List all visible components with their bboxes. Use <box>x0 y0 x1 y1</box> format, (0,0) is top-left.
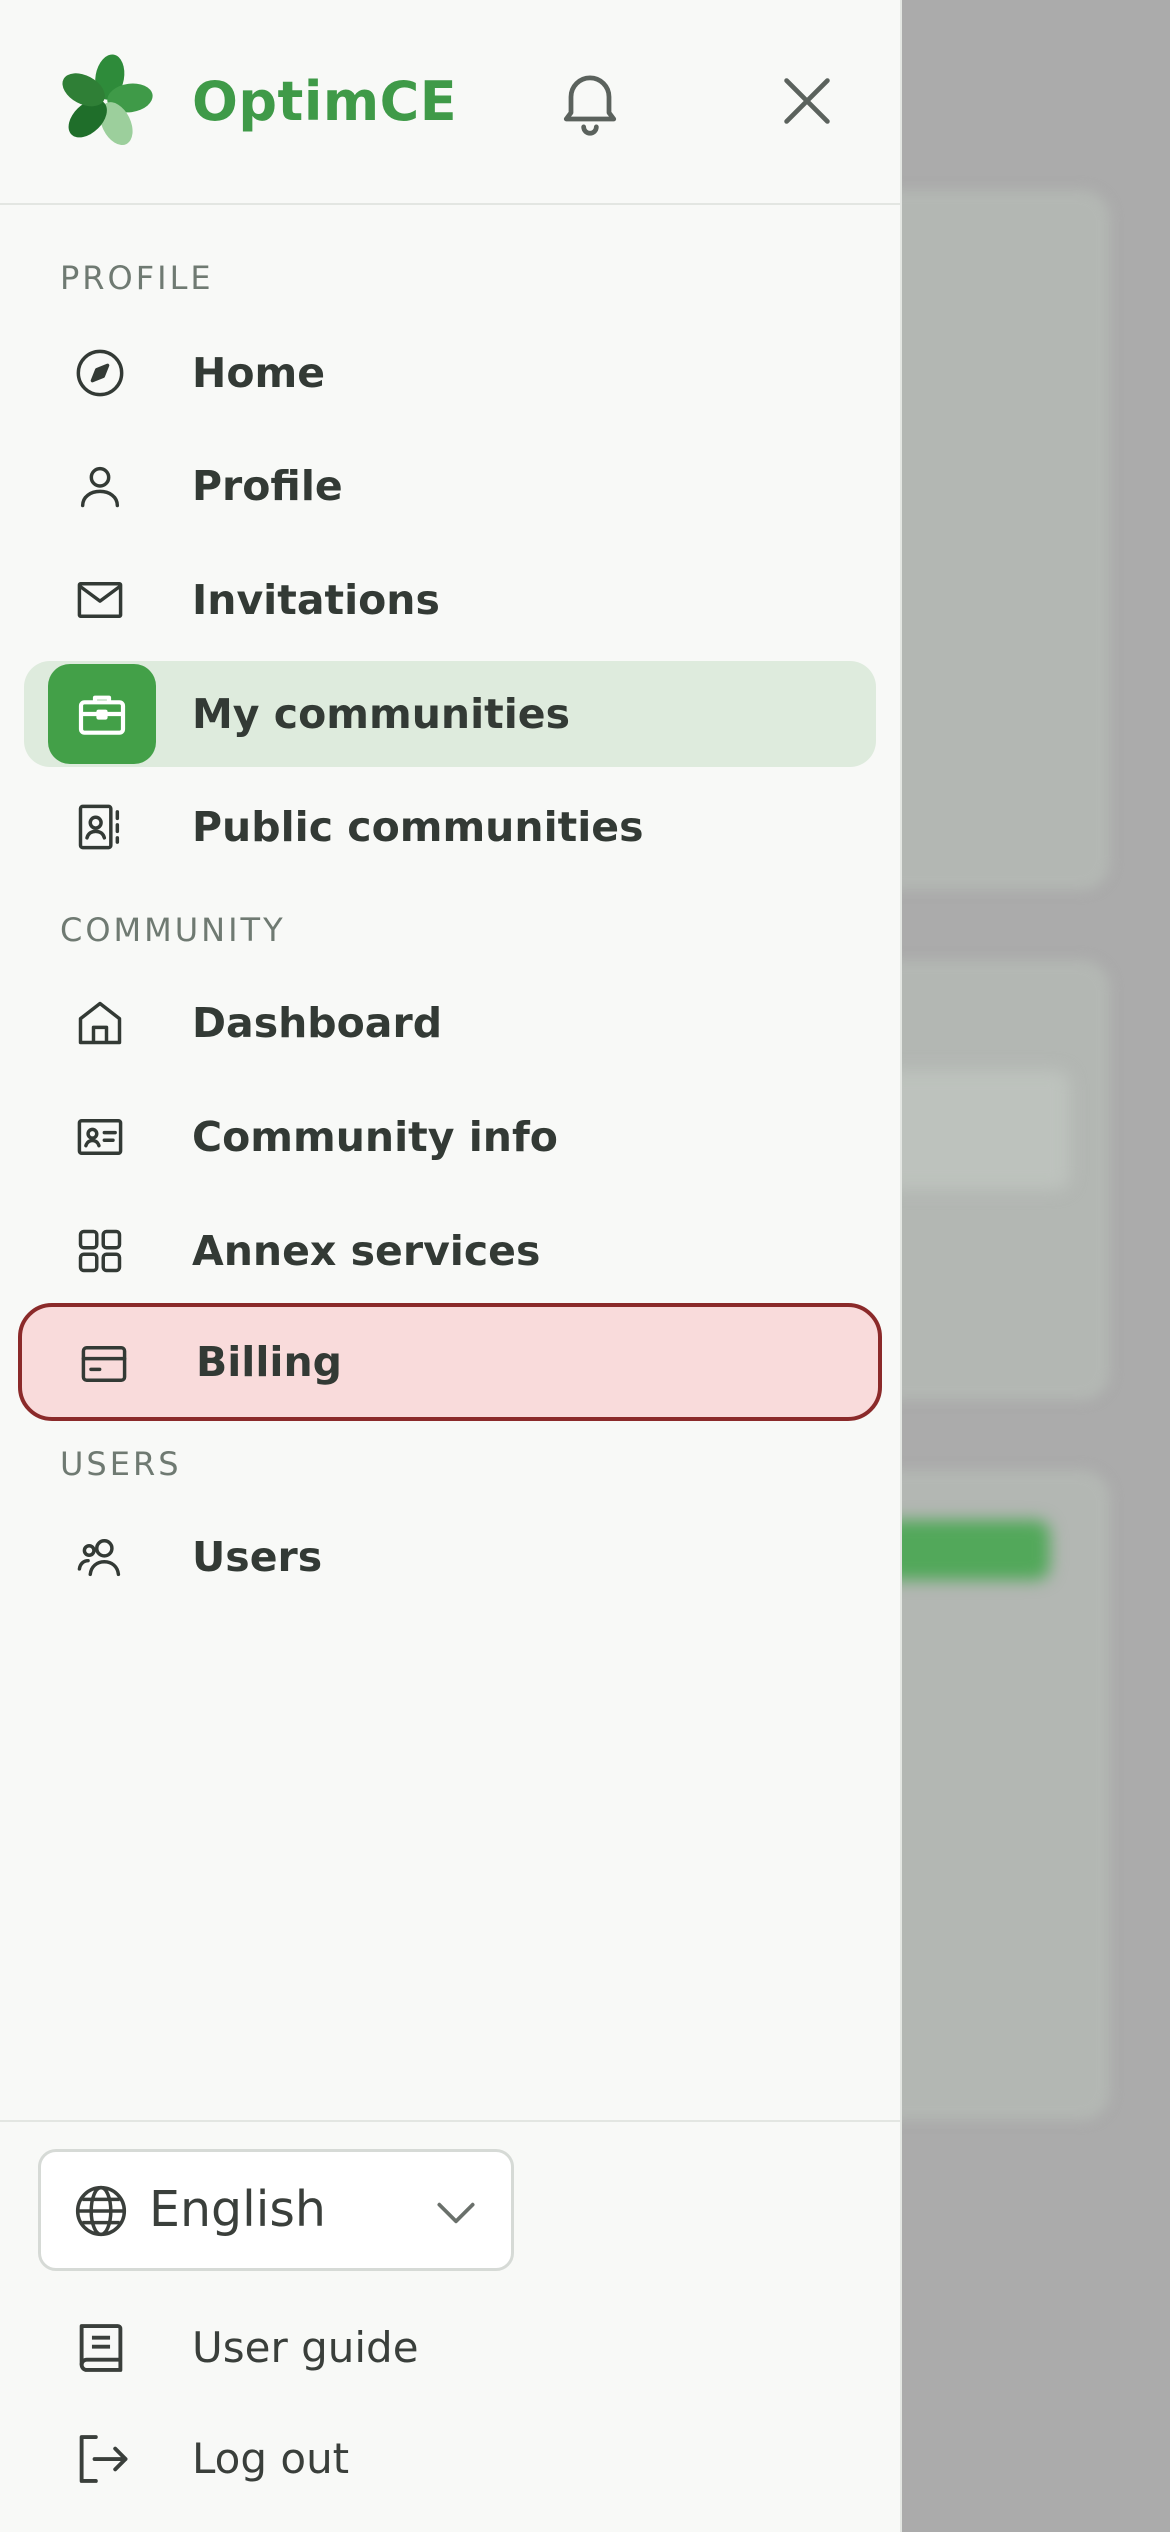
user-guide-link[interactable]: User guide <box>60 2303 520 2393</box>
nav-item-public-communities[interactable]: Public communities <box>24 774 876 880</box>
language-value: English <box>149 2181 326 2238</box>
background-button <box>880 1520 1050 1580</box>
nav-item-profile[interactable]: Profile <box>24 433 876 539</box>
nav-item-home[interactable]: Home <box>24 320 876 426</box>
optimce-logo-icon <box>62 54 153 146</box>
credit-card-icon <box>74 1334 134 1394</box>
background-field <box>880 1070 1070 1190</box>
nav-label: Users <box>192 1533 323 1581</box>
user-guide-label: User guide <box>192 2323 419 2372</box>
logout-link[interactable]: Log out <box>60 2414 520 2504</box>
id-card-icon <box>70 1107 130 1167</box>
logout-label: Log out <box>192 2434 350 2483</box>
nav-label: Dashboard <box>192 999 443 1047</box>
section-label-users: USERS <box>60 1445 182 1483</box>
nav-item-invitations[interactable]: Invitations <box>24 547 876 653</box>
section-label-community: COMMUNITY <box>60 911 286 949</box>
close-icon[interactable] <box>772 66 842 136</box>
language-select[interactable]: English <box>38 2149 514 2271</box>
background-card <box>870 190 1110 890</box>
nav-label: Billing <box>196 1338 343 1386</box>
contact-book-icon <box>70 797 130 857</box>
nav-label: My communities <box>192 690 571 738</box>
nav-item-annex-services[interactable]: Annex services <box>24 1198 876 1304</box>
house-icon <box>70 993 130 1053</box>
nav-label: Public communities <box>192 803 644 851</box>
navigation-drawer: OptimCE PROFILE Home Profile Invitations… <box>0 0 900 2532</box>
nav-item-my-communities[interactable]: My communities <box>24 661 876 767</box>
nav-item-users[interactable]: Users <box>24 1504 876 1610</box>
section-label-profile: PROFILE <box>60 259 214 297</box>
nav-label: Annex services <box>192 1227 541 1275</box>
compass-icon <box>70 343 130 403</box>
book-icon <box>79 2324 123 2372</box>
brand-name: OptimCE <box>192 70 458 133</box>
briefcase-icon <box>48 664 156 764</box>
mail-icon <box>70 570 130 630</box>
nav-item-community-info[interactable]: Community info <box>24 1084 876 1190</box>
nav-label: Invitations <box>192 576 440 624</box>
nav-item-dashboard[interactable]: Dashboard <box>24 970 876 1076</box>
user-icon <box>70 456 130 516</box>
grid-icon <box>70 1221 130 1281</box>
footer-divider <box>0 2120 900 2122</box>
logout-icon <box>79 2435 128 2483</box>
nav-label: Profile <box>192 462 343 510</box>
nav-item-billing[interactable]: Billing <box>18 1303 882 1421</box>
drawer-header: OptimCE <box>0 0 900 205</box>
bell-icon[interactable] <box>552 62 628 138</box>
nav-label: Community info <box>192 1113 558 1161</box>
globe-icon <box>75 2185 127 2237</box>
chevron-down-icon <box>437 2202 475 2224</box>
users-icon <box>70 1527 130 1587</box>
nav-label: Home <box>192 349 326 397</box>
